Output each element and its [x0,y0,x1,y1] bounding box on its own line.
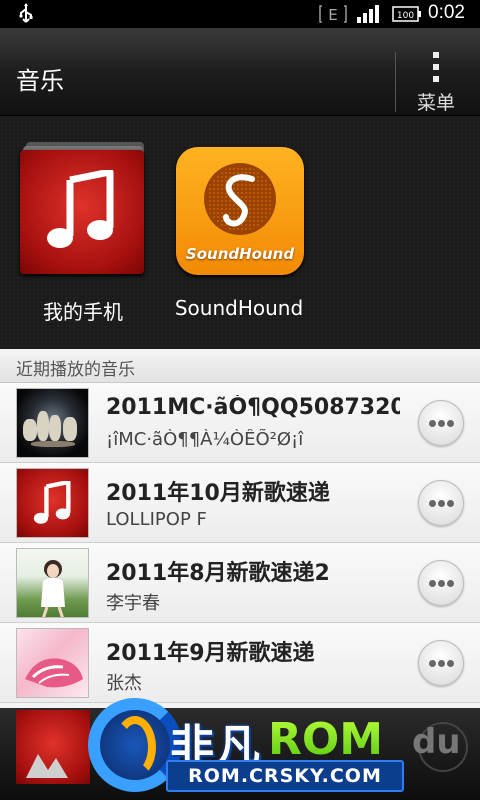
album-art [16,548,89,618]
source-label-my-phone: 我的手机 [43,300,123,324]
more-options-button[interactable] [418,480,464,526]
action-bar: 音乐 菜单 [0,28,480,116]
svg-text:E: E [328,6,337,24]
watermark-url: ROM.CRSKY.COM [166,760,404,792]
source-label-soundhound: SoundHound [174,296,304,320]
edge-network-icon: E [319,5,347,24]
menu-button[interactable]: 菜单 [400,46,472,114]
status-bar: E 100 0:02 [0,0,480,28]
list-item[interactable]: 2011年10月新歌速递 LOLLIPOP F [0,463,480,543]
album-art [16,388,89,458]
menu-label: 菜单 [416,92,455,114]
more-options-button[interactable] [418,560,464,606]
recent-section-header: 近期播放的音乐 [0,349,480,383]
album-art [16,628,89,698]
watermark-brand-en: ROM [268,714,384,765]
track-artist: 李宇春 [106,593,160,614]
list-item[interactable]: 2011年9月新歌速递 张杰 [0,623,480,703]
now-playing-bar[interactable]: du 非凡 ROM ROM.CRSKY.COM [0,698,480,800]
track-title: 2011年8月新歌速递2 [106,561,330,586]
source-soundhound[interactable]: SoundHound SoundHound [164,116,314,349]
page-title: 音乐 [16,67,64,95]
list-item[interactable]: 2011MC·ãÒ¶QQ5087320 ¡îMC·ãÒ¶¶À¼ÒÊÕ²Ø¡î [0,383,480,463]
battery-icon: 100 [392,6,421,22]
source-my-phone[interactable]: 我的手机 [8,116,158,349]
signal-icon [357,5,379,23]
track-title: 2011年9月新歌速递 [106,641,315,666]
track-title: 2011MC·ãÒ¶QQ5087320 [106,395,400,420]
list-item[interactable]: 2011年8月新歌速递2 李宇春 [0,543,480,623]
action-bar-divider [395,52,396,112]
soundhound-icon: SoundHound [176,147,304,275]
soundhound-logo-text: SoundHound [185,245,295,263]
watermark: 非凡 ROM ROM.CRSKY.COM [0,698,480,800]
track-title: 2011年10月新歌速递 [106,481,330,506]
track-artist: 张杰 [106,673,142,694]
music-note-icon [16,468,89,538]
usb-icon [19,3,33,23]
track-artist: ¡îMC·ãÒ¶¶À¼ÒÊÕ²Ø¡î [106,429,304,450]
track-artist: LOLLIPOP F [106,509,207,530]
recent-section-title: 近期播放的音乐 [16,360,135,380]
overflow-menu-icon [433,52,439,82]
svg-text:100: 100 [397,11,414,21]
recent-music-list: 2011MC·ãÒ¶QQ5087320 ¡îMC·ãÒ¶¶À¼ÒÊÕ²Ø¡î 2… [0,383,480,708]
more-options-button[interactable] [418,640,464,686]
status-clock: 0:02 [428,2,465,23]
music-note-icon [20,142,146,274]
music-source-panel: 我的手机 SoundHound SoundHound [0,116,480,349]
more-options-button[interactable] [418,400,464,446]
